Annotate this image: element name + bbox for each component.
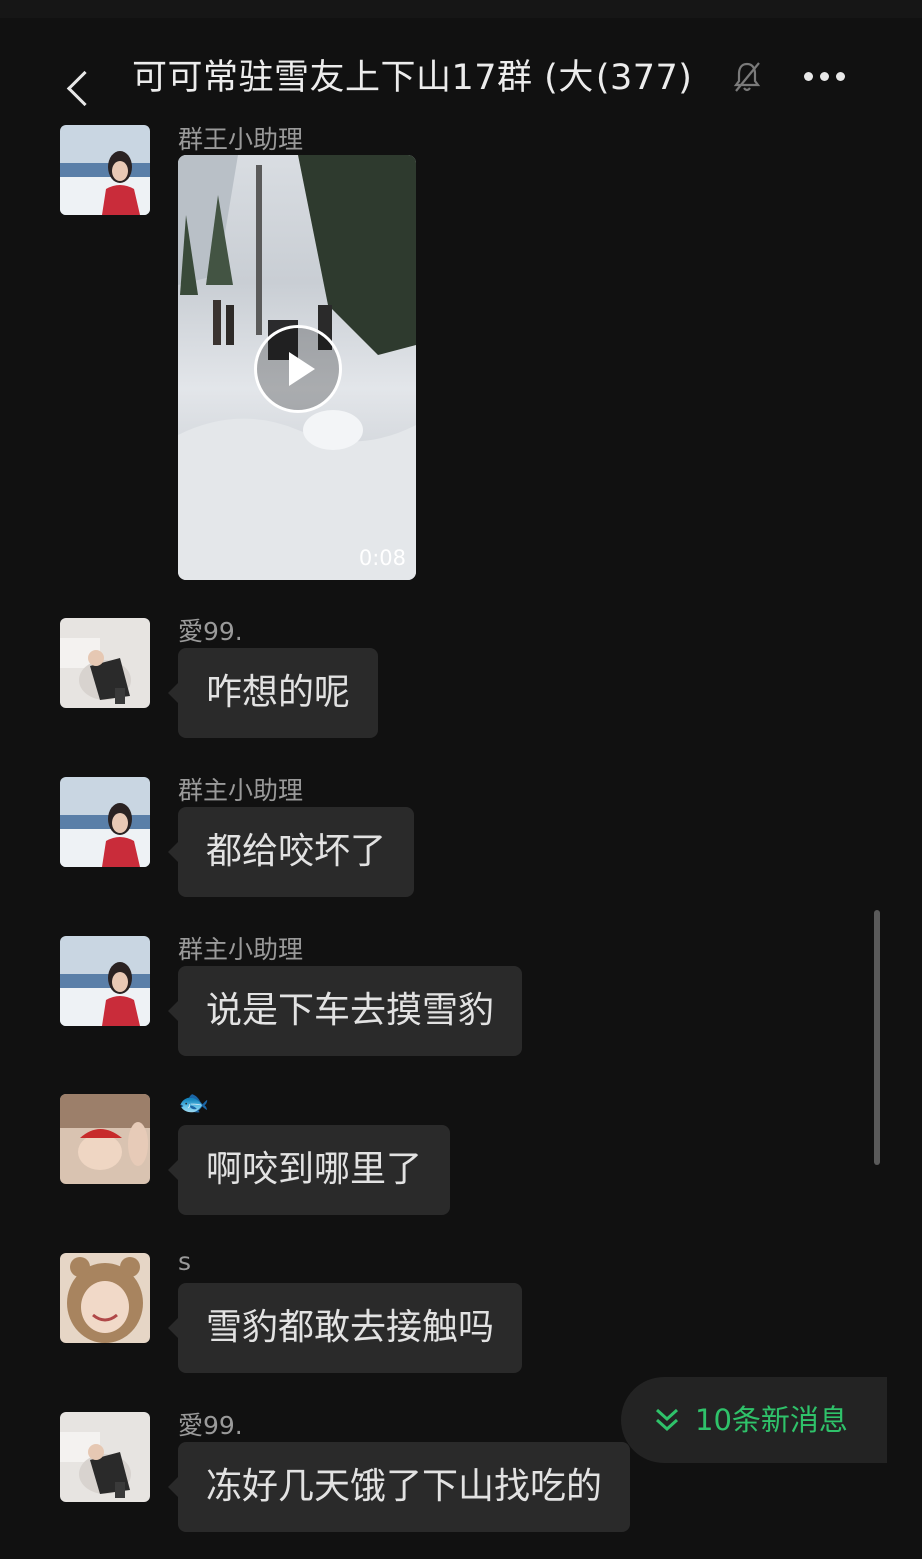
message-bubble[interactable]: 都给咬坏了 <box>167 807 415 897</box>
avatar[interactable] <box>60 777 150 867</box>
double-chevron-down-icon <box>655 1408 679 1432</box>
message-bubble[interactable]: 冻好几天饿了下山找吃的 <box>167 1442 631 1532</box>
chat-title[interactable]: 可可常驻雪友上下山17群 (大(377) <box>132 52 692 104</box>
sender-name: 愛99. <box>178 1411 243 1440</box>
member-count: (377) <box>595 58 693 98</box>
sender-name: 群主小助理 <box>178 935 304 964</box>
more-dots-icon[interactable] <box>804 70 848 84</box>
sender-name: 🐟 <box>178 1088 210 1117</box>
sender-name: 群王小助理 <box>178 125 304 154</box>
message-bubble[interactable]: 雪豹都敢去接触吗 <box>167 1283 523 1373</box>
avatar[interactable] <box>60 1253 150 1343</box>
chat-header: 可可常驻雪友上下山17群 (大(377) <box>0 18 922 130</box>
avatar[interactable] <box>60 618 150 708</box>
new-messages-button[interactable]: 10条新消息 <box>621 1377 887 1463</box>
group-name: 可可常驻雪友上下山17群 (大 <box>132 58 594 98</box>
scrollbar[interactable] <box>874 910 880 1165</box>
video-message[interactable]: 0:08 <box>178 155 416 580</box>
bell-off-icon <box>733 62 761 92</box>
avatar[interactable] <box>60 125 150 215</box>
avatar[interactable] <box>60 936 150 1026</box>
status-bar <box>0 0 922 18</box>
chevron-left-icon[interactable] <box>66 70 103 107</box>
video-duration: 0:08 <box>358 546 406 570</box>
new-messages-label: 10条新消息 <box>695 1403 848 1437</box>
message-bubble[interactable]: 啊咬到哪里了 <box>167 1125 451 1215</box>
avatar[interactable] <box>60 1094 150 1184</box>
sender-name: 愛99. <box>178 617 243 646</box>
message-bubble[interactable]: 说是下车去摸雪豹 <box>167 966 523 1056</box>
sender-name: 群主小助理 <box>178 776 304 805</box>
sender-name: s <box>178 1247 192 1276</box>
message-bubble[interactable]: 咋想的呢 <box>167 648 379 738</box>
play-icon[interactable] <box>254 325 342 413</box>
avatar[interactable] <box>60 1412 150 1502</box>
